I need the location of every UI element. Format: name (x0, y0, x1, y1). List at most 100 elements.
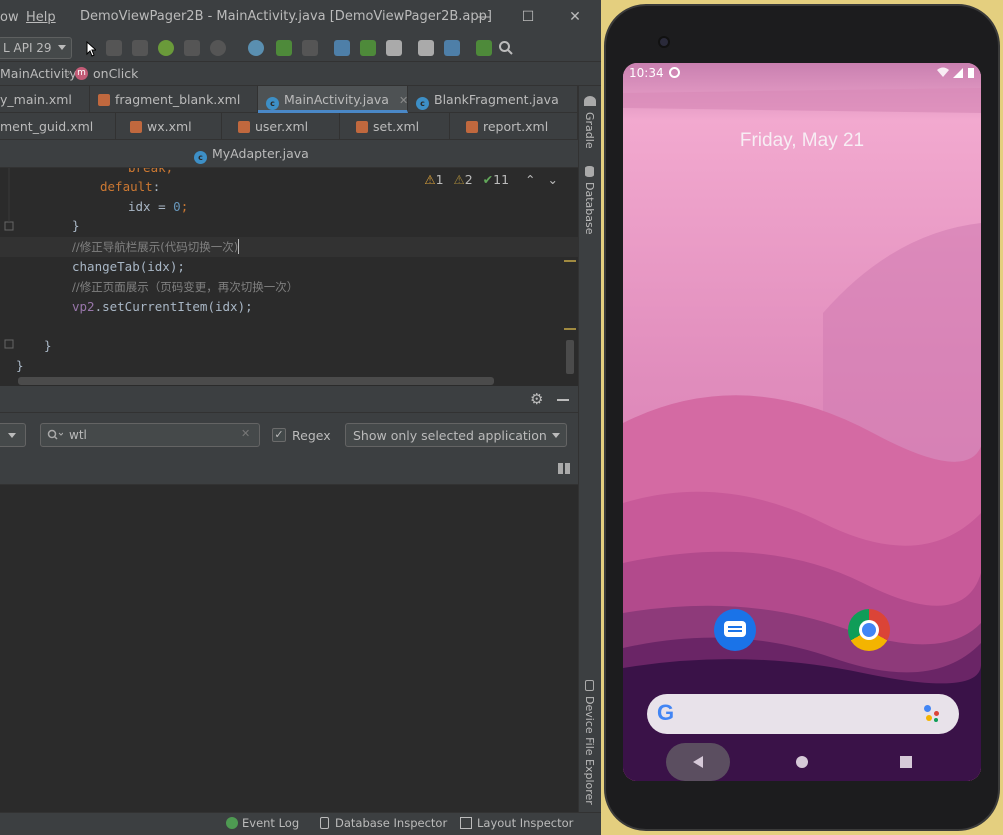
status-bar: Event Log Database Inspector Layout Insp… (0, 812, 601, 835)
gear-icon[interactable]: ⚙ (530, 390, 543, 408)
status-icons (937, 67, 974, 78)
chevron-up-icon[interactable]: ⌃ (525, 172, 535, 187)
code-text: idx = (128, 199, 174, 214)
app-filter-dropdown[interactable]: Show only selected application (345, 423, 567, 447)
code-line-comment: //修正页面展示（页码变更，再次切换一次） (72, 280, 299, 294)
logcat-header: ⚙ (0, 387, 578, 413)
chat-bubble-icon (724, 621, 746, 637)
java-class-icon: c (194, 151, 207, 164)
code-line-default: default: (100, 177, 160, 197)
clear-icon[interactable]: ✕ (241, 427, 250, 440)
chevron-down-icon[interactable]: ⌄ (548, 172, 558, 187)
database-inspector-button[interactable]: Database Inspector (335, 816, 447, 830)
back-icon (693, 756, 703, 768)
vertical-scrollbar[interactable] (566, 340, 574, 374)
chat-line (728, 626, 742, 628)
wrench-icon[interactable] (418, 40, 434, 56)
tab-fragment-blank-xml[interactable]: fragment_blank.xml (90, 86, 258, 113)
method-icon: m (75, 67, 88, 80)
stripe-marker[interactable] (564, 328, 576, 330)
tab-activity-main-xml[interactable]: y_main.xml (0, 86, 90, 113)
sdk-manager-icon[interactable] (386, 40, 402, 56)
search-icon (47, 429, 63, 440)
attach-debugger-icon[interactable] (184, 40, 200, 56)
keyword: default (100, 179, 153, 194)
back-button[interactable] (666, 743, 730, 781)
tab-mainactivity-java[interactable]: c MainActivity.java ✕ (258, 86, 408, 113)
chevron-down-icon (552, 433, 560, 438)
right-tool-bar: Gradle Database Device File Explorer (578, 86, 601, 812)
minimize-panel-icon[interactable] (557, 399, 569, 401)
avd-manager-icon[interactable] (360, 40, 376, 56)
sync-gradle-icon[interactable] (334, 40, 350, 56)
coverage-icon[interactable] (210, 40, 226, 56)
tab-set-xml[interactable]: set.xml (340, 113, 450, 140)
do-not-disturb-icon (669, 67, 680, 78)
lockscreen-date[interactable]: Friday, May 21 (623, 130, 981, 152)
number-literal: 0 (173, 199, 181, 214)
close-button[interactable]: ✕ (565, 7, 585, 27)
device-file-explorer-tool-button[interactable]: Device File Explorer (583, 696, 596, 805)
app-filter-value: Show only selected application (353, 428, 547, 443)
breadcrumb-method[interactable]: onClick (93, 66, 138, 81)
status-time: 10:34 (629, 66, 664, 80)
profiler-icon[interactable] (248, 40, 264, 56)
warning-count: 1 (435, 172, 444, 187)
logcat-search-input[interactable]: wtl ✕ (40, 423, 260, 447)
tab-blankfragment-java[interactable]: c BlankFragment.java (408, 86, 578, 113)
log-level-dropdown[interactable] (0, 423, 26, 447)
inspection-widget[interactable]: ⚠1 ⚠2 ✔11 ⌃ ⌄ (424, 172, 558, 187)
xml-file-icon (356, 121, 368, 133)
tab-myadapter-java[interactable]: c MyAdapter.java (186, 140, 316, 167)
layout-options-icon[interactable] (558, 463, 571, 474)
window-title: DemoViewPager2B - MainActivity.java [Dem… (80, 9, 492, 24)
assistant-dot (934, 711, 939, 716)
chrome-app-icon[interactable] (848, 609, 890, 651)
maximize-button[interactable]: ☐ (518, 7, 538, 27)
google-search-bar[interactable]: G (647, 694, 959, 734)
home-button[interactable] (796, 756, 808, 768)
rerun-icon[interactable] (106, 40, 122, 56)
menu-help[interactable]: Help (26, 10, 56, 25)
project-structure-icon[interactable] (444, 40, 460, 56)
search-value: wtl (69, 428, 87, 442)
attach-process-icon[interactable] (276, 40, 292, 56)
recents-button[interactable] (900, 756, 912, 768)
terminal-icon[interactable] (476, 40, 492, 56)
chat-line (728, 630, 742, 632)
field-name: vp2 (72, 299, 95, 314)
tab-report-xml[interactable]: report.xml (450, 113, 578, 140)
tab-fragment-guid-xml[interactable]: ment_guid.xml (0, 113, 116, 140)
menu-window[interactable]: ow (0, 10, 19, 25)
breadcrumb-separator: › (66, 65, 71, 80)
tab-wx-xml[interactable]: wx.xml (116, 113, 222, 140)
tab-label: report.xml (483, 119, 549, 134)
search-icon[interactable] (498, 40, 514, 56)
assistant-dot (926, 715, 932, 721)
warning-icon: ⚠ (424, 172, 436, 187)
logcat-output[interactable] (0, 485, 578, 812)
gradle-tool-button[interactable]: Gradle (583, 112, 596, 149)
regex-checkbox[interactable]: ✓ (272, 428, 286, 442)
debug-bug-icon[interactable] (158, 40, 174, 56)
layout-inspector-button[interactable]: Layout Inspector (477, 816, 573, 830)
text-caret (238, 239, 240, 254)
xml-file-icon (466, 121, 478, 133)
messages-app-icon[interactable] (714, 609, 756, 651)
stop-icon[interactable] (302, 40, 318, 56)
event-log-button[interactable]: Event Log (242, 816, 299, 830)
device-icon (585, 680, 594, 691)
typo-check-icon: ✔ (482, 172, 494, 187)
tab-label: MainActivity.java (284, 92, 389, 107)
database-tool-button[interactable]: Database (583, 182, 596, 235)
android-screen[interactable]: 10:34 Friday, May 21 G (623, 63, 981, 781)
device-selector[interactable]: L API 29 (0, 37, 72, 59)
stripe-marker[interactable] (564, 260, 576, 262)
minimize-button[interactable]: — (474, 7, 494, 27)
code-editor[interactable]: break; default: idx = 0; } //修正导航栏展示(代码切… (0, 168, 578, 386)
regex-label: Regex (292, 428, 331, 443)
horizontal-scrollbar[interactable] (18, 377, 494, 385)
apply-changes-icon[interactable] (132, 40, 148, 56)
close-icon[interactable]: ✕ (399, 87, 408, 114)
tab-user-xml[interactable]: user.xml (222, 113, 340, 140)
